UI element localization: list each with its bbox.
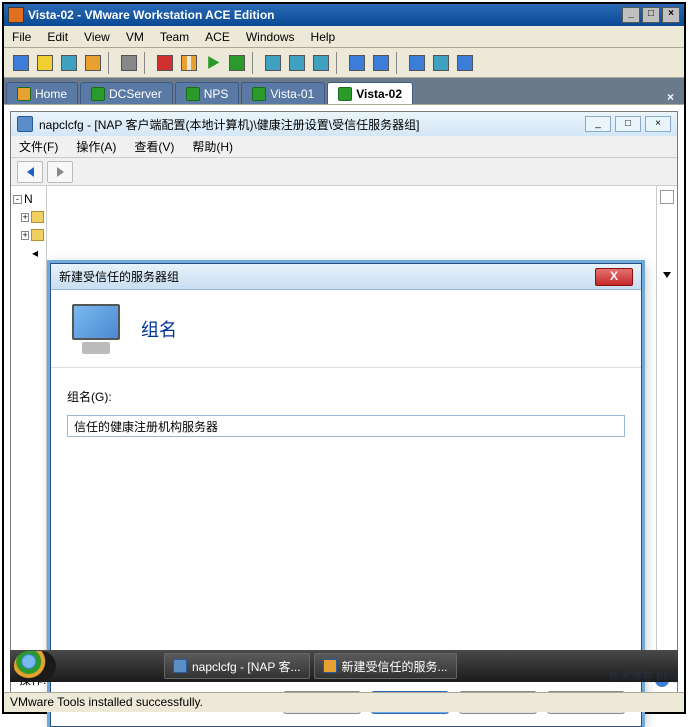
menu-help[interactable]: Help bbox=[311, 30, 336, 44]
menu-windows[interactable]: Windows bbox=[246, 30, 295, 44]
nav-forward[interactable] bbox=[47, 161, 73, 183]
mmc-toolbar bbox=[11, 158, 677, 186]
tb-quick[interactable] bbox=[370, 52, 392, 74]
tb-poweron[interactable] bbox=[58, 52, 80, 74]
mmc-titlebar: napclcfg - [NAP 客户端配置(本地计算机)\健康注册设置\受信任服… bbox=[11, 112, 677, 136]
wizard-title-text: 新建受信任的服务器组 bbox=[59, 268, 179, 285]
tb-pause[interactable] bbox=[178, 52, 200, 74]
tb-snap2[interactable] bbox=[286, 52, 308, 74]
mmc-menubar: 文件(F) 操作(A) 查看(V) 帮助(H) bbox=[11, 136, 677, 158]
vmware-toolbar bbox=[4, 48, 684, 78]
tb-console[interactable] bbox=[454, 52, 476, 74]
mmc-maximize[interactable]: □ bbox=[615, 116, 641, 132]
tb-snap1[interactable] bbox=[262, 52, 284, 74]
minimize-button[interactable]: _ bbox=[622, 7, 640, 23]
mmc-menu-file[interactable]: 文件(F) bbox=[19, 138, 58, 155]
wizard-titlebar: 新建受信任的服务器组 X bbox=[51, 264, 641, 290]
mmc-close[interactable]: × bbox=[645, 116, 671, 132]
actions-toggle[interactable] bbox=[660, 190, 674, 204]
guest-display: napclcfg - [NAP 客户端配置(本地计算机)\健康注册设置\受信任服… bbox=[4, 104, 684, 712]
mmc-tree[interactable]: -N + + ◂ bbox=[11, 186, 47, 668]
mmc-actions-pane bbox=[657, 186, 677, 668]
wizard-header: 组名 bbox=[51, 290, 641, 368]
tab-dcserver[interactable]: DCServer bbox=[80, 82, 173, 104]
mmc-minimize[interactable]: _ bbox=[585, 116, 611, 132]
menu-team[interactable]: Team bbox=[160, 30, 189, 44]
tb-snapshot[interactable] bbox=[118, 52, 140, 74]
mmc-title-text: napclcfg - [NAP 客户端配置(本地计算机)\健康注册设置\受信任服… bbox=[39, 116, 419, 133]
vmware-icon bbox=[8, 7, 24, 23]
menu-vm[interactable]: VM bbox=[126, 30, 144, 44]
vista-taskbar: napclcfg - [NAP 客... 新建受信任的服务... bbox=[10, 650, 678, 682]
menu-ace[interactable]: ACE bbox=[205, 30, 230, 44]
tb-snapmgr[interactable] bbox=[310, 52, 332, 74]
group-name-input[interactable] bbox=[67, 415, 625, 437]
tb-stop[interactable] bbox=[154, 52, 176, 74]
task-napclcfg[interactable]: napclcfg - [NAP 客... bbox=[164, 653, 310, 679]
tab-vista02[interactable]: Vista-02 bbox=[327, 82, 413, 104]
vmware-title-text: Vista-02 - VMware Workstation ACE Editio… bbox=[28, 8, 275, 22]
wizard-close-button[interactable]: X bbox=[595, 268, 633, 286]
tb-play[interactable] bbox=[202, 52, 224, 74]
start-button[interactable] bbox=[14, 651, 56, 681]
vmware-menubar: File Edit View VM Team ACE Windows Help bbox=[4, 26, 684, 48]
chevron-down-icon[interactable] bbox=[663, 272, 671, 278]
tb-summary[interactable] bbox=[430, 52, 452, 74]
tb-reset[interactable] bbox=[82, 52, 104, 74]
nav-back[interactable] bbox=[17, 161, 43, 183]
tb-unity[interactable] bbox=[406, 52, 428, 74]
mmc-menu-action[interactable]: 操作(A) bbox=[76, 138, 116, 155]
vmware-status-text: VMware Tools installed successfully. bbox=[10, 695, 203, 709]
mmc-app-icon bbox=[17, 116, 33, 132]
monitor-icon bbox=[67, 304, 125, 354]
wizard-heading: 组名 bbox=[141, 316, 177, 342]
tab-nps[interactable]: NPS bbox=[175, 82, 240, 104]
tb-restart[interactable] bbox=[226, 52, 248, 74]
menu-file[interactable]: File bbox=[12, 30, 31, 44]
group-name-label: 组名(G): bbox=[67, 388, 625, 405]
tb-fullscr[interactable] bbox=[346, 52, 368, 74]
vm-tabbar: Home DCServer NPS Vista-01 Vista-02 × bbox=[4, 78, 684, 104]
tab-home[interactable]: Home bbox=[6, 82, 78, 104]
tb-poweroff[interactable] bbox=[10, 52, 32, 74]
menu-view[interactable]: View bbox=[84, 30, 110, 44]
menu-edit[interactable]: Edit bbox=[47, 30, 68, 44]
task-wizard[interactable]: 新建受信任的服务... bbox=[314, 653, 457, 679]
close-button[interactable]: × bbox=[662, 7, 680, 23]
tb-suspend[interactable] bbox=[34, 52, 56, 74]
mmc-menu-help[interactable]: 帮助(H) bbox=[192, 138, 233, 155]
vmware-statusbar: VMware Tools installed successfully. bbox=[4, 692, 684, 712]
tab-close-x[interactable]: × bbox=[659, 90, 682, 104]
mmc-menu-view[interactable]: 查看(V) bbox=[134, 138, 174, 155]
restore-button[interactable]: □ bbox=[642, 7, 660, 23]
tab-vista01[interactable]: Vista-01 bbox=[241, 82, 325, 104]
vmware-titlebar: Vista-02 - VMware Workstation ACE Editio… bbox=[4, 4, 684, 26]
